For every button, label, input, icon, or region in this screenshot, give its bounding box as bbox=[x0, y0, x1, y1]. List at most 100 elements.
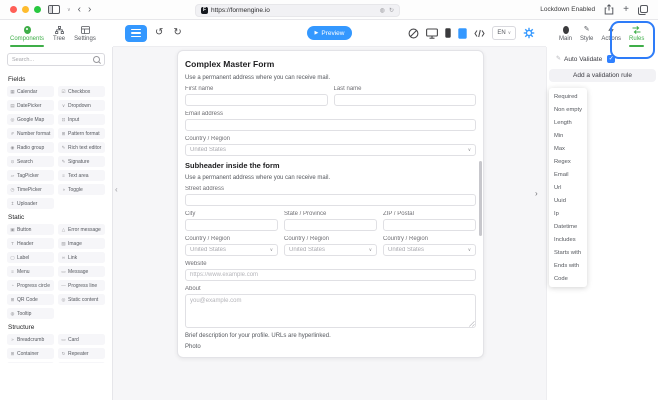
component-item-rich-text-editor[interactable]: ✎ Rich text editor bbox=[58, 142, 105, 153]
component-item-container[interactable]: ⊞ Container bbox=[7, 348, 54, 359]
component-item-datepicker[interactable]: ▤ DatePicker bbox=[7, 100, 54, 111]
tab-tree[interactable]: Tree bbox=[53, 25, 65, 42]
language-select[interactable]: EN ∨ bbox=[492, 26, 516, 40]
form-settings-gear-icon[interactable] bbox=[523, 27, 535, 39]
component-item-card[interactable]: ▭ Card bbox=[58, 334, 105, 345]
text-input[interactable] bbox=[185, 94, 328, 106]
rule-option[interactable]: Email bbox=[549, 168, 587, 181]
tablet-viewport-icon[interactable] bbox=[458, 27, 468, 39]
text-input[interactable] bbox=[185, 119, 476, 131]
tab-style[interactable]: ✎ Style bbox=[580, 26, 593, 42]
component-item-dropdown[interactable]: ∨ Dropdown bbox=[58, 100, 105, 111]
tab-rules[interactable]: Rules bbox=[629, 25, 645, 47]
rule-option[interactable]: Includes bbox=[549, 233, 587, 246]
rule-option[interactable]: Min bbox=[549, 129, 587, 142]
country-select[interactable]: United States ∨ bbox=[185, 244, 278, 256]
minimize-window-button[interactable] bbox=[22, 6, 29, 13]
country-select[interactable]: United States ∨ bbox=[284, 244, 377, 256]
tab-main[interactable]: Main bbox=[559, 25, 572, 42]
component-item-breadcrumb[interactable]: » Breadcrumb bbox=[7, 334, 54, 345]
component-item-radio-group[interactable]: ◉ Radio group bbox=[7, 142, 54, 153]
url-bar[interactable]: F https://formengine.io ◍ ↻ bbox=[195, 3, 400, 17]
component-item-partial[interactable] bbox=[7, 362, 54, 363]
new-tab-button[interactable]: + bbox=[623, 4, 629, 15]
component-item-checkbox[interactable]: ☑ Checkbox bbox=[58, 86, 105, 97]
component-item-uploader[interactable]: ↥ Uploader bbox=[7, 198, 54, 209]
nav-forward-button[interactable]: › bbox=[88, 4, 91, 15]
component-item-repeater[interactable]: ↻ Repeater bbox=[58, 348, 105, 359]
text-input[interactable] bbox=[185, 269, 476, 281]
text-input[interactable] bbox=[185, 194, 476, 206]
component-item-header[interactable]: T Header bbox=[7, 238, 54, 249]
component-item-progress-line[interactable]: — Progress line bbox=[58, 280, 105, 291]
rule-option[interactable]: Uuid bbox=[549, 194, 587, 207]
component-item-search[interactable]: ⊙ Search bbox=[7, 156, 54, 167]
component-item-input[interactable]: ⊡ Input bbox=[58, 114, 105, 125]
rule-option[interactable]: Starts with bbox=[549, 246, 587, 259]
share-icon[interactable] bbox=[604, 4, 614, 15]
component-item-signature[interactable]: ✎ Signature bbox=[58, 156, 105, 167]
text-input[interactable] bbox=[284, 219, 377, 231]
preview-button[interactable]: ▶ Preview bbox=[306, 26, 353, 40]
tab-components[interactable]: Components bbox=[10, 25, 45, 47]
component-search[interactable] bbox=[7, 53, 105, 66]
search-input[interactable] bbox=[12, 56, 93, 63]
sidebar-chevron-icon[interactable]: ∨ bbox=[67, 7, 71, 13]
component-item-progress-circle[interactable]: ◔ Progress circle bbox=[7, 280, 54, 291]
undo-button[interactable]: ↺ bbox=[153, 28, 165, 38]
component-item-message[interactable]: ▭ Message bbox=[58, 266, 105, 277]
nav-back-button[interactable]: ‹ bbox=[78, 4, 81, 15]
component-item-timepicker[interactable]: ◷ TimePicker bbox=[7, 184, 54, 195]
component-item-number-format[interactable]: # Number format bbox=[7, 128, 54, 139]
text-input[interactable] bbox=[185, 219, 278, 231]
component-item-tagpicker[interactable]: ▱ TagPicker bbox=[7, 170, 54, 181]
component-item-error-message[interactable]: △ Error message bbox=[58, 224, 105, 235]
country-select[interactable]: United States ∨ bbox=[185, 144, 476, 156]
expand-right-panel-chevron-icon[interactable]: › bbox=[535, 190, 538, 198]
redo-button[interactable]: ↻ bbox=[171, 28, 183, 38]
component-item-menu[interactable]: ≡ Menu bbox=[7, 266, 54, 277]
component-item-toggle[interactable]: ◑ Toggle bbox=[58, 184, 105, 195]
text-input[interactable] bbox=[333, 94, 476, 106]
tab-settings[interactable]: Settings bbox=[74, 25, 96, 42]
about-textarea[interactable] bbox=[185, 294, 476, 328]
rule-option[interactable]: Regex bbox=[549, 155, 587, 168]
tab-actions[interactable]: Actions bbox=[601, 25, 621, 42]
add-validation-rule-button[interactable]: Add a validation rule bbox=[549, 69, 656, 82]
component-item-static-content[interactable]: ◎ Static content bbox=[58, 294, 105, 305]
rule-option[interactable]: Datetime bbox=[549, 220, 587, 233]
mobile-viewport-icon[interactable] bbox=[445, 28, 452, 38]
tab-overview-icon[interactable] bbox=[638, 4, 648, 15]
component-item-partial[interactable] bbox=[58, 362, 105, 363]
no-device-icon[interactable] bbox=[408, 28, 419, 39]
component-item-calendar[interactable]: ▦ Calendar bbox=[7, 86, 54, 97]
component-item-text-area[interactable]: ≡ Text area bbox=[58, 170, 105, 181]
sidebar-toggle-icon[interactable] bbox=[48, 5, 60, 14]
site-settings-icon[interactable]: ◍ bbox=[380, 7, 385, 14]
rule-option[interactable]: Ip bbox=[549, 207, 587, 220]
rule-option[interactable]: Url bbox=[549, 181, 587, 194]
zoom-window-button[interactable] bbox=[34, 6, 41, 13]
component-item-image[interactable]: ▧ Image bbox=[58, 238, 105, 249]
component-item-label[interactable]: ▢ Label bbox=[7, 252, 54, 263]
component-item-pattern-format[interactable]: ⊞ Pattern format bbox=[58, 128, 105, 139]
text-input[interactable] bbox=[383, 219, 476, 231]
rule-option[interactable]: Code bbox=[549, 272, 587, 285]
rule-option[interactable]: Required bbox=[549, 90, 587, 103]
code-view-icon[interactable] bbox=[474, 29, 485, 38]
canvas-scrollbar[interactable] bbox=[479, 161, 482, 236]
component-item-google-map[interactable]: ◎ Google Map bbox=[7, 114, 54, 125]
reload-icon[interactable]: ↻ bbox=[389, 7, 394, 14]
component-item-tooltip[interactable]: ◍ Tooltip bbox=[7, 308, 54, 319]
collapse-left-panel-chevron-icon[interactable]: ‹ bbox=[115, 186, 118, 194]
component-item-button[interactable]: ▣ Button bbox=[7, 224, 54, 235]
rule-option[interactable]: Length bbox=[549, 116, 587, 129]
country-select[interactable]: United States ∨ bbox=[383, 244, 476, 256]
rule-option[interactable]: Max bbox=[549, 142, 587, 155]
desktop-viewport-icon[interactable] bbox=[426, 27, 439, 39]
rule-option[interactable]: Non empty bbox=[549, 103, 587, 116]
form-menu-button[interactable] bbox=[125, 24, 147, 42]
rule-option[interactable]: Ends with bbox=[549, 259, 587, 272]
close-window-button[interactable] bbox=[10, 6, 17, 13]
component-item-qr-code[interactable]: ⊞ QR Code bbox=[7, 294, 54, 305]
